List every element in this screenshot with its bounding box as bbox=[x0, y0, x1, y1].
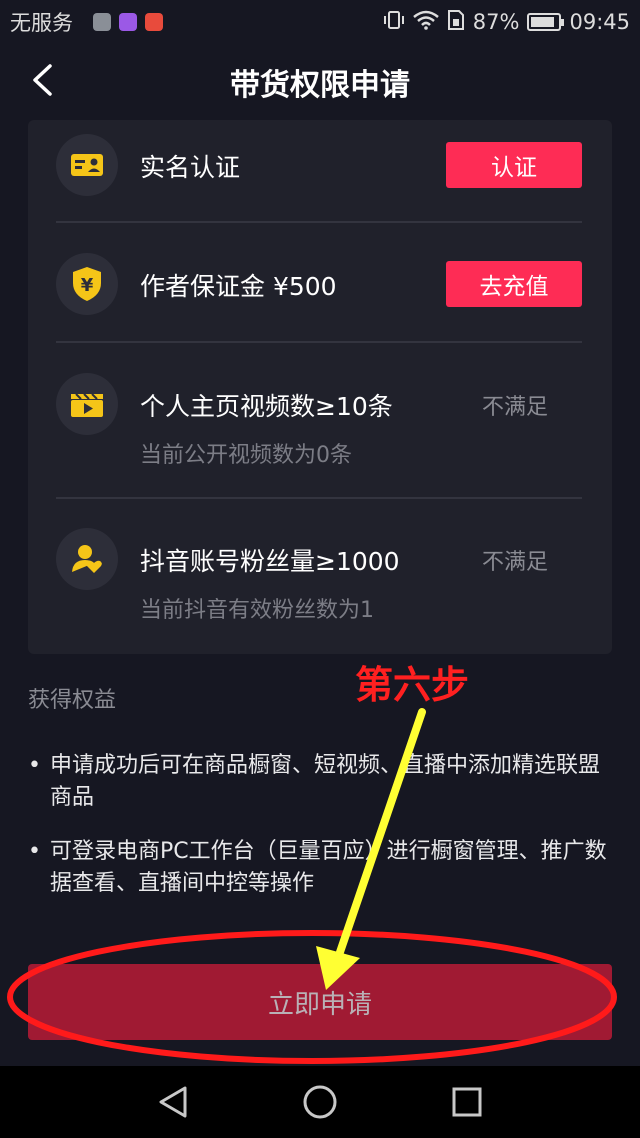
nav-home-button[interactable] bbox=[292, 1074, 348, 1130]
bullet-icon: • bbox=[28, 839, 41, 864]
cloud-app-icon bbox=[145, 13, 163, 31]
benefit-item: • 可登录电商PC工作台（巨量百应）进行橱窗管理、推广数据查看、直播间中控等操作 bbox=[28, 836, 618, 900]
benefit-text: 申请成功后可在商品橱窗、短视频、直播中添加精选联盟商品 bbox=[50, 753, 601, 810]
square-recent-icon bbox=[452, 1087, 482, 1117]
nav-back-button[interactable] bbox=[145, 1074, 201, 1130]
id-card-icon bbox=[56, 134, 118, 196]
benefits-heading: 获得权益 bbox=[28, 688, 117, 713]
requirement-title: 个人主页视频数≥10条 bbox=[140, 392, 393, 421]
shield-yen-icon: ¥ bbox=[56, 253, 118, 315]
requirement-title: 抖音账号粉丝量≥1000 bbox=[140, 547, 400, 576]
requirement-subtitle: 当前抖音有效粉丝数为1 bbox=[140, 598, 374, 623]
page-title: 带货权限申请 bbox=[230, 68, 410, 103]
divider bbox=[56, 341, 582, 343]
carrier-text: 无服务 bbox=[10, 11, 73, 35]
sim-icon bbox=[447, 9, 465, 36]
divider bbox=[56, 497, 582, 499]
svg-text:¥: ¥ bbox=[81, 275, 94, 296]
requirement-title: 作者保证金 ¥500 bbox=[140, 272, 337, 301]
annotation-step-label: 第六步 bbox=[355, 663, 470, 707]
benefit-item: • 申请成功后可在商品橱窗、短视频、直播中添加精选联盟商品 bbox=[28, 750, 618, 814]
requirements-card: 实名认证 认证 ¥ 作者保证金 ¥500 去充值 个人主页视频数≥10条 不满足… bbox=[28, 120, 612, 654]
recharge-button[interactable]: 去充值 bbox=[446, 261, 582, 307]
vibrate-icon bbox=[383, 10, 405, 35]
screen: 无服务 87% 09:45 带货权限申请 实名认证 认证 ¥ 作者保证金 ¥50… bbox=[0, 0, 640, 1138]
nav-bar bbox=[0, 1066, 640, 1138]
back-button[interactable] bbox=[22, 60, 62, 100]
requirement-status: 不满足 bbox=[481, 395, 548, 420]
video-clapper-icon bbox=[56, 373, 118, 435]
keyboard-app-icon bbox=[119, 13, 137, 31]
requirement-fans: 抖音账号粉丝量≥1000 不满足 当前抖音有效粉丝数为1 bbox=[56, 528, 582, 624]
requirement-video-count: 个人主页视频数≥10条 不满足 当前公开视频数为0条 bbox=[56, 373, 582, 469]
fans-icon bbox=[56, 528, 118, 590]
verify-button[interactable]: 认证 bbox=[446, 142, 582, 188]
bullet-icon: • bbox=[28, 753, 41, 778]
requirement-deposit: ¥ 作者保证金 ¥500 去充值 bbox=[56, 253, 582, 315]
clock-text: 09:45 bbox=[569, 10, 630, 34]
requirement-title: 实名认证 bbox=[140, 153, 241, 182]
annotation-arrow-line bbox=[334, 708, 426, 962]
header: 带货权限申请 bbox=[0, 44, 640, 120]
chevron-left-icon bbox=[33, 64, 52, 96]
battery-icon bbox=[527, 13, 565, 31]
divider bbox=[56, 221, 582, 223]
requirement-real-name: 实名认证 认证 bbox=[56, 134, 582, 196]
benefit-text: 可登录电商PC工作台（巨量百应）进行橱窗管理、推广数据查看、直播间中控等操作 bbox=[50, 839, 607, 896]
status-bar: 无服务 87% 09:45 bbox=[0, 0, 640, 44]
status-right: 87% 09:45 bbox=[383, 9, 630, 36]
status-left: 无服务 bbox=[10, 7, 163, 37]
nav-recent-button[interactable] bbox=[439, 1074, 495, 1130]
gallery-app-icon bbox=[93, 13, 111, 31]
wifi-icon bbox=[412, 10, 439, 35]
requirement-subtitle: 当前公开视频数为0条 bbox=[140, 443, 352, 468]
circle-home-icon bbox=[303, 1085, 337, 1119]
apply-now-button[interactable]: 立即申请 bbox=[28, 964, 612, 1040]
battery-percent: 87% bbox=[472, 10, 520, 34]
requirement-status: 不满足 bbox=[481, 550, 548, 575]
triangle-back-icon bbox=[159, 1086, 187, 1118]
